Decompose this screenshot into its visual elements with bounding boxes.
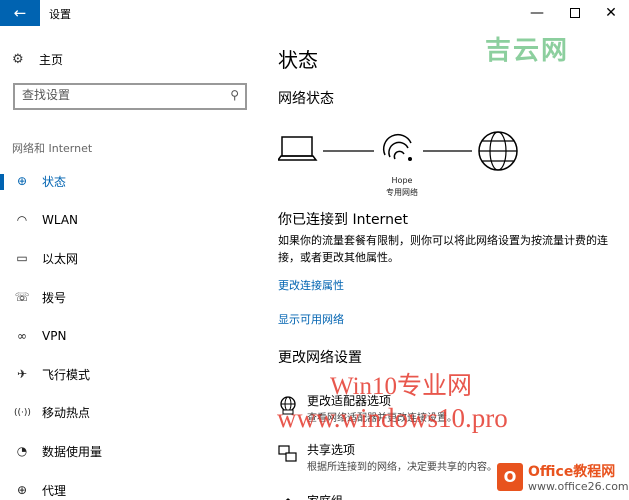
network-diagram-graphic bbox=[276, 131, 518, 171]
window-title: 设置 bbox=[49, 8, 71, 21]
option-title: 家庭组 bbox=[307, 492, 343, 500]
watermark-url: www.windows10.pro bbox=[277, 403, 508, 433]
sidebar-item-label: 数据使用量 bbox=[42, 444, 103, 459]
sidebar-item-proxy[interactable]: ⊕ 代理 bbox=[0, 471, 262, 500]
close-icon: ✕ bbox=[605, 5, 617, 21]
change-network-settings-heading: 更改网络设置 bbox=[278, 350, 362, 366]
watermark-jiyun: 吉云网 bbox=[485, 36, 570, 66]
change-connection-properties-link[interactable]: 更改连接属性 bbox=[278, 277, 344, 293]
show-available-networks-link[interactable]: 显示可用网络 bbox=[278, 311, 344, 327]
ethernet-icon: ▭ bbox=[16, 251, 28, 266]
search-icon[interactable]: ⚲ bbox=[230, 88, 239, 102]
sidebar-item-vpn[interactable]: ∞ VPN bbox=[0, 316, 262, 355]
nav-list: ⊕ 状态 ◠ WLAN ▭ 以太网 ☏ 拨号 ∞ VPN ✈ 飞行模式 ((·)… bbox=[0, 162, 262, 500]
wifi-icon: ◠ bbox=[16, 212, 28, 227]
sidebar-item-dialup[interactable]: ☏ 拨号 bbox=[0, 278, 262, 317]
sidebar-item-label: 移动热点 bbox=[42, 406, 91, 421]
sidebar-item-label: 以太网 bbox=[42, 251, 79, 266]
title-bar: ← 设置 — ✕ bbox=[0, 0, 629, 26]
minimize-icon: — bbox=[530, 5, 544, 21]
badge-url: www.office26.com bbox=[528, 480, 629, 493]
sidebar-item-status[interactable]: ⊕ 状态 bbox=[0, 162, 262, 201]
network-status-heading: 网络状态 bbox=[278, 91, 334, 107]
sidebar-item-mobile-hotspot[interactable]: ((·)) 移动热点 bbox=[0, 394, 262, 433]
sidebar-item-airplane-mode[interactable]: ✈ 飞行模式 bbox=[0, 355, 262, 394]
home-nav-item[interactable]: ⚙ 主页 bbox=[12, 51, 63, 68]
watermark-office-badge: O Office教程网 www.office26.com bbox=[497, 458, 629, 498]
sidebar-item-label: 状态 bbox=[42, 174, 67, 189]
vpn-icon: ∞ bbox=[17, 328, 27, 343]
status-icon: ⊕ bbox=[16, 174, 28, 189]
globe-icon bbox=[478, 131, 518, 171]
maximize-icon bbox=[570, 8, 580, 18]
sidebar-item-label: VPN bbox=[42, 328, 67, 343]
back-arrow-icon: ← bbox=[13, 4, 27, 22]
home-label: 主页 bbox=[39, 53, 64, 67]
office-logo-icon: O bbox=[497, 463, 523, 491]
network-label: Hope 专用网络 bbox=[372, 175, 432, 199]
wifi-signal-icon bbox=[382, 133, 412, 161]
sharing-icon bbox=[278, 445, 297, 462]
watermark-win10: Win10专业网 bbox=[330, 373, 473, 400]
option-title: 共享选项 bbox=[307, 443, 356, 457]
sidebar-item-label: 拨号 bbox=[42, 290, 67, 305]
search-box[interactable]: ⚲ bbox=[13, 83, 247, 110]
connection-description: 如果你的流量套餐有限制，则你可以将此网络设置为按流量计费的连接，或者更改其他属性… bbox=[278, 234, 608, 264]
category-label: 网络和 Internet bbox=[12, 142, 93, 155]
homegroup-icon bbox=[285, 498, 291, 500]
dialup-icon: ☏ bbox=[14, 290, 30, 305]
sidebar-item-data-usage[interactable]: ◔ 数据使用量 bbox=[0, 432, 262, 471]
sidebar: ⚙ 主页 ⚲ 网络和 Internet ⊕ 状态 ◠ WLAN ▭ 以太网 ☏ … bbox=[0, 26, 262, 500]
close-button[interactable]: ✕ bbox=[588, 0, 629, 26]
page-title: 状态 bbox=[278, 48, 318, 72]
active-indicator bbox=[0, 174, 4, 190]
airplane-icon: ✈ bbox=[16, 367, 28, 382]
gear-icon: ⚙ bbox=[12, 52, 24, 67]
sidebar-item-label: 代理 bbox=[42, 483, 67, 498]
network-diagram: Hope 专用网络 bbox=[276, 129, 528, 199]
computer-icon bbox=[276, 136, 318, 161]
back-button[interactable]: ← bbox=[0, 0, 40, 26]
network-name: Hope bbox=[391, 176, 413, 185]
sidebar-item-label: 飞行模式 bbox=[42, 367, 91, 382]
hotspot-icon: ((·)) bbox=[14, 407, 31, 418]
sidebar-item-label: WLAN bbox=[42, 212, 79, 227]
sidebar-item-ethernet[interactable]: ▭ 以太网 bbox=[0, 239, 262, 278]
search-input[interactable] bbox=[22, 88, 222, 102]
option-description: 根据所连接到的网络，决定要共享的内容。 bbox=[307, 462, 497, 473]
badge-title: Office教程网 bbox=[528, 464, 616, 480]
data-usage-icon: ◔ bbox=[16, 444, 28, 459]
connection-status-heading: 你已连接到 Internet bbox=[278, 212, 409, 228]
proxy-icon: ⊕ bbox=[16, 483, 28, 498]
sidebar-item-wlan[interactable]: ◠ WLAN bbox=[0, 201, 262, 240]
network-type: 专用网络 bbox=[386, 188, 418, 197]
